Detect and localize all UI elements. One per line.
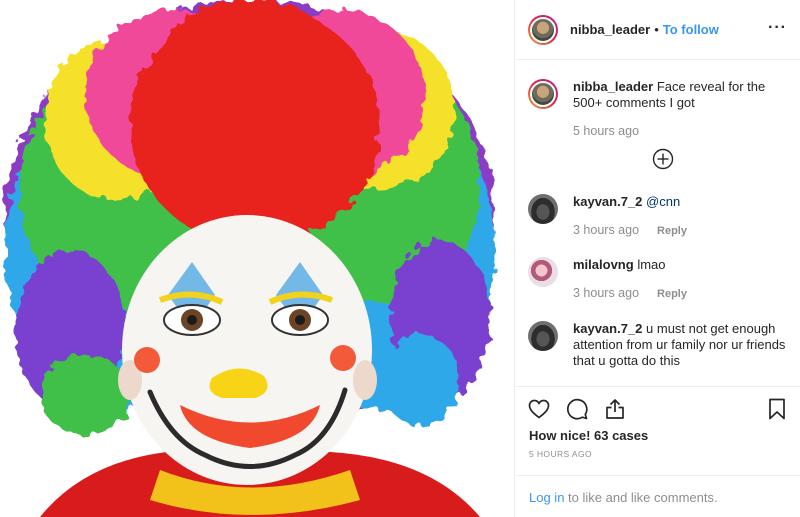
comment-username[interactable]: kayvan.7_2 [573,194,642,209]
clown-photo [0,0,514,517]
plus-circle-icon[interactable] [652,148,674,170]
avatar[interactable] [528,79,558,109]
comment-time: 3 hours ago [573,223,640,237]
share-icon[interactable] [603,397,627,421]
comment-item: kayvan.7_2 @cnn 3 hours ago Reply [528,194,790,239]
comment-icon[interactable] [565,397,589,421]
comment-text: lmao [637,257,666,272]
more-horizontal-icon[interactable]: ··· [768,20,787,36]
bookmark-icon[interactable] [765,397,789,421]
comment-username[interactable]: milalovng [573,257,634,272]
post-header: nibba_leader • To follow ··· [515,0,800,60]
reply-button[interactable]: Reply [657,286,687,302]
comments-section[interactable]: nibba_leader Face reveal for the 500+ co… [515,61,800,386]
comment-item: milalovng lmao 3 hours ago Reply [528,257,790,302]
avatar[interactable] [528,194,558,224]
instagram-post: nibba_leader • To follow ··· nibba_leade… [0,0,800,517]
caption: nibba_leader Face reveal for the 500+ co… [528,79,790,139]
follow-button[interactable]: To follow [663,22,719,37]
avatar[interactable] [528,14,558,45]
login-suffix: to like and like comments. [564,490,718,505]
header-username[interactable]: nibba_leader [570,22,650,37]
login-prompt: Log in to like and like comments. [515,475,800,517]
caption-time: 5 hours ago [573,124,640,138]
likes-count[interactable]: How nice! 63 cases [529,428,648,443]
comment-time: 3 hours ago [573,286,640,300]
login-link[interactable]: Log in [529,490,564,505]
comment-text[interactable]: @cnn [646,194,680,209]
reply-button[interactable]: Reply [657,223,687,239]
avatar[interactable] [528,321,558,351]
comment-item: kayvan.7_2 u must not get enough attenti… [528,321,790,369]
side-panel: nibba_leader • To follow ··· nibba_leade… [514,0,800,517]
post-timestamp: 5 HOURS AGO [529,449,592,459]
caption-username[interactable]: nibba_leader [573,79,653,94]
post-actions: How nice! 63 cases 5 HOURS AGO Log in to… [515,386,800,517]
separator-dot: • [654,22,659,37]
heart-icon[interactable] [527,397,551,421]
post-image[interactable] [0,0,514,517]
avatar[interactable] [528,257,558,287]
comment-username[interactable]: kayvan.7_2 [573,321,642,336]
